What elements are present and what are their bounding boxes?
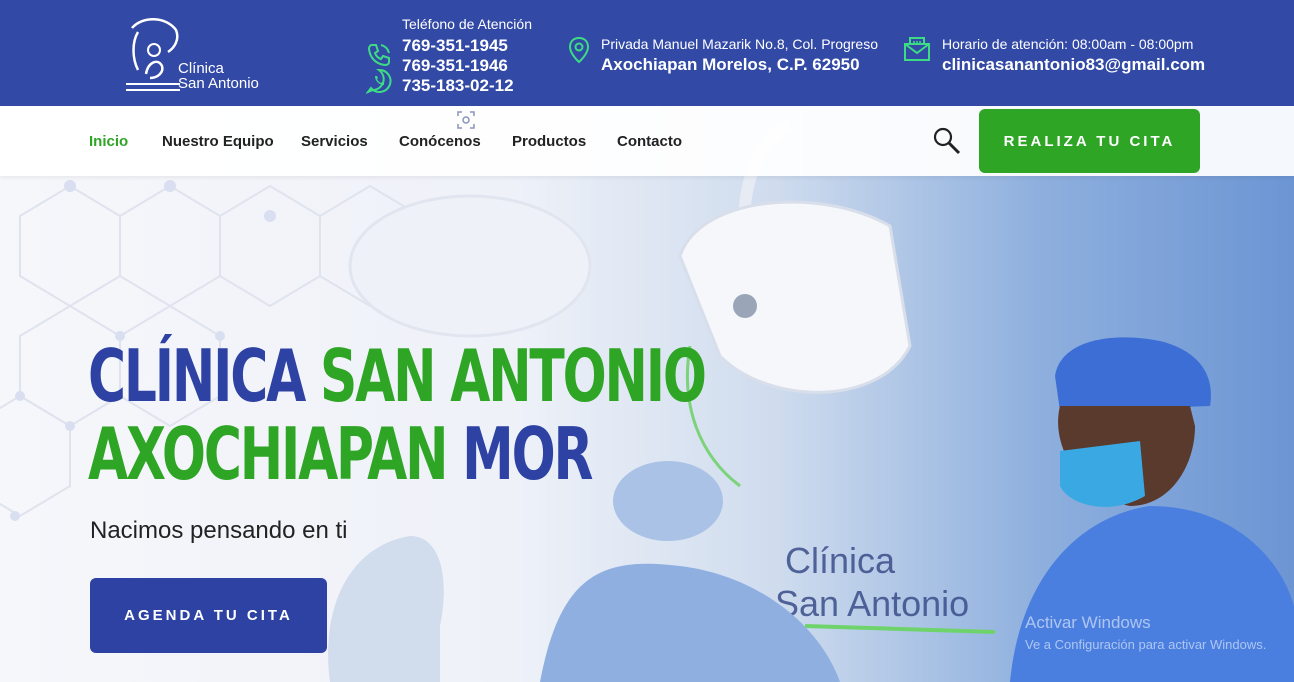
top-contact-bar: Clínica San Antonio Teléfono de Atención… bbox=[0, 0, 1294, 106]
address-block: Privada Manuel Mazarik No.8, Col. Progre… bbox=[568, 36, 878, 74]
nav-item-conocenos[interactable]: Conócenos bbox=[399, 133, 481, 150]
nav-item-productos[interactable]: Productos bbox=[512, 133, 586, 150]
nav-item-inicio[interactable]: Inicio bbox=[89, 133, 128, 150]
clinic-logo[interactable]: Clínica San Antonio bbox=[124, 18, 259, 96]
phone-number-3[interactable]: 735-183-02-12 bbox=[402, 76, 514, 96]
hero-subtitle: Nacimos pensando en ti bbox=[90, 517, 348, 544]
nav-item-contacto[interactable]: Contacto bbox=[617, 133, 682, 150]
whatsapp-icon bbox=[366, 68, 392, 94]
address-line-2: Axochiapan Morelos, C.P. 62950 bbox=[601, 55, 860, 74]
phone-number-2[interactable]: 769-351-1946 bbox=[402, 56, 508, 76]
hero-title-line-1: CLÍNICA SAN ANTONIO bbox=[88, 340, 707, 412]
email-icon bbox=[904, 37, 930, 61]
wall-sign-clinica: Clínica bbox=[785, 540, 896, 581]
hero-title-line-2: AXOCHIAPAN MOR bbox=[88, 418, 593, 490]
hero-title-clinica: CLÍNICA bbox=[88, 334, 306, 418]
phone-number-1[interactable]: 769-351-1945 bbox=[402, 36, 508, 56]
wall-sign-san-antonio: San Antonio bbox=[775, 583, 969, 624]
opening-hours: Horario de atención: 08:00am - 08:00pm bbox=[942, 36, 1194, 52]
mother-child-logo-icon bbox=[126, 18, 180, 91]
hero-title-mor: MOR bbox=[462, 412, 593, 496]
hero-title-san-antonio: SAN ANTONIO bbox=[319, 334, 707, 418]
nav-item-nuestro-equipo[interactable]: Nuestro Equipo bbox=[162, 133, 274, 150]
hero-title-axochiapan: AXOCHIAPAN bbox=[88, 412, 448, 496]
email-hours-block: Horario de atención: 08:00am - 08:00pm c… bbox=[903, 36, 1205, 74]
search-icon[interactable] bbox=[932, 126, 962, 156]
address-line-1: Privada Manuel Mazarik No.8, Col. Progre… bbox=[601, 36, 879, 52]
visual-search-lens-icon[interactable] bbox=[457, 111, 475, 129]
windows-activation-subtitle: Ve a Configuración para activar Windows. bbox=[1025, 637, 1267, 652]
schedule-appointment-button[interactable]: AGENDA TU CITA bbox=[90, 578, 327, 653]
nav-item-servicios[interactable]: Servicios bbox=[301, 133, 368, 150]
phone-icon bbox=[367, 44, 390, 67]
book-appointment-nav-button[interactable]: REALIZA TU CITA bbox=[979, 109, 1200, 173]
email-address[interactable]: clinicasanantonio83@gmail.com bbox=[942, 55, 1205, 75]
main-navigation: Inicio Nuestro Equipo Servicios Conóceno… bbox=[0, 106, 1294, 176]
phone-label: Teléfono de Atención bbox=[402, 16, 532, 32]
logo-text-san-antonio: San Antonio bbox=[178, 75, 259, 92]
windows-activation-title: Activar Windows bbox=[1025, 613, 1151, 632]
location-pin-icon bbox=[568, 36, 590, 64]
